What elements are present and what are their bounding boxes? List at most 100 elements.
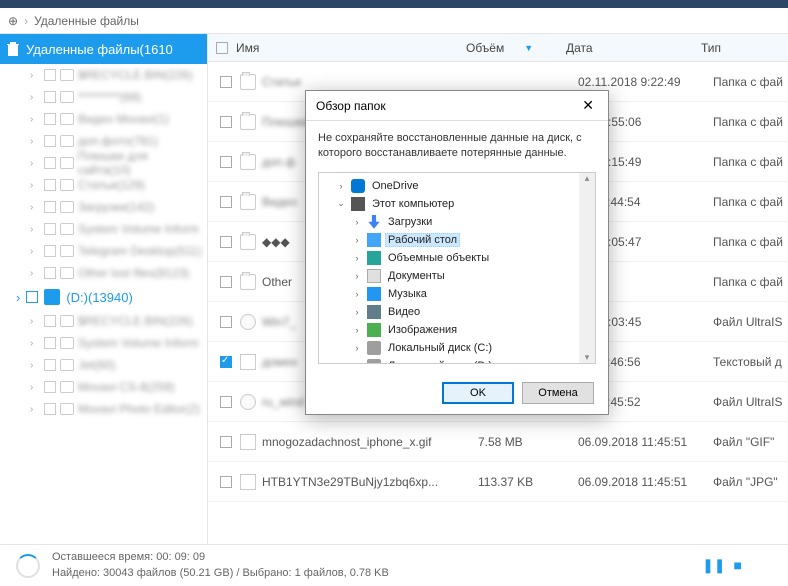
sidebar-item[interactable]: ›System Volume Inform [0,332,207,354]
expand-icon[interactable]: › [351,307,363,317]
ok-button[interactable]: OK [442,382,514,404]
sidebar-item[interactable]: ›Jet(60) [0,354,207,376]
checkbox[interactable] [44,315,56,327]
disk-icon [44,289,60,305]
checkbox[interactable] [44,245,56,257]
expand-icon[interactable]: › [351,271,363,281]
checkbox[interactable] [44,381,56,393]
checkbox[interactable] [44,359,56,371]
expand-icon[interactable]: › [351,253,363,263]
tree-node[interactable]: ›OneDrive [319,177,595,195]
sidebar-item[interactable]: ›Плюшки для сайта(10) [0,152,207,174]
file-type: Файл "GIF" [713,435,788,449]
sidebar-item[interactable]: ›Telegram Desktop(511) [0,240,207,262]
tree-node[interactable]: ›Видео [319,303,595,321]
tree-label: Локальный диск (D:) [385,359,495,364]
expand-icon[interactable]: › [335,181,347,191]
checkbox[interactable] [44,69,56,81]
back-icon[interactable]: ⊕ [8,14,18,28]
select-all-checkbox[interactable] [216,42,228,54]
table-row[interactable]: mnogozadachnost_iphone_x.gif7.58 MB06.09… [208,422,788,462]
checkbox[interactable] [44,179,56,191]
expand-icon[interactable]: › [351,325,363,335]
row-checkbox[interactable] [220,156,232,168]
expand-icon[interactable]: › [351,235,363,245]
row-checkbox[interactable] [220,356,232,368]
row-checkbox[interactable] [220,116,232,128]
sidebar-item[interactable]: ›Movavi Photo Editor(2) [0,398,207,420]
folder-icon [60,245,74,257]
row-checkbox[interactable] [220,316,232,328]
chevron-icon: › [30,158,40,169]
desktop-icon [367,233,381,247]
checkbox[interactable] [44,267,56,279]
checkbox[interactable] [26,291,38,303]
expand-icon[interactable]: › [351,343,363,353]
sidebar-item[interactable]: ›$RECYCLE.BIN(226) [0,64,207,86]
folder-icon [60,201,74,213]
checkbox[interactable] [44,91,56,103]
row-checkbox[interactable] [220,436,232,448]
table-row[interactable]: HTB1YTN3e29TBuNjy1zbq6xp...113.37 KB06.0… [208,462,788,502]
cancel-button[interactable]: Отмена [522,382,594,404]
col-type[interactable]: Тип [701,41,788,55]
expand-icon[interactable]: › [351,289,363,299]
stop-button[interactable]: ■ [734,557,742,574]
close-button[interactable]: ✕ [578,97,598,114]
sidebar-item[interactable]: ›Загрузки(142) [0,196,207,218]
sidebar-item[interactable]: ›Other lost files(8123) [0,262,207,284]
col-size[interactable]: Объём▼ [466,41,566,55]
checkbox[interactable] [44,223,56,235]
sidebar-item[interactable]: ›$RECYCLE.BIN(226) [0,310,207,332]
sidebar-item[interactable]: ›Статьи(129) [0,174,207,196]
expand-icon[interactable]: › [351,361,363,364]
checkbox[interactable] [44,157,56,169]
tree-node[interactable]: ›Изображения [319,321,595,339]
row-checkbox[interactable] [220,76,232,88]
col-name[interactable]: Имя [236,41,466,55]
img-icon [367,323,381,337]
chevron-icon: › [16,290,20,305]
checkbox[interactable] [44,201,56,213]
tree-node[interactable]: ›Музыка [319,285,595,303]
file-date: 02.11.2018 9:22:49 [578,75,713,89]
row-checkbox[interactable] [220,236,232,248]
tree-node[interactable]: ⌄ Этот компьютер [319,195,595,213]
row-checkbox[interactable] [220,476,232,488]
folder-icon [60,359,74,371]
pause-button[interactable]: ❚❚ [702,557,725,574]
checkbox[interactable] [44,337,56,349]
tree-label: Этот компьютер [369,197,457,211]
tree-node[interactable]: ›Рабочий стол [319,231,595,249]
tree-node[interactable]: ›Документы [319,267,595,285]
dialog-titlebar[interactable]: Обзор папок ✕ [306,91,608,121]
checkbox[interactable] [44,135,56,147]
sidebar-item[interactable]: ›Movavi CS-8(259) [0,376,207,398]
folder-tree[interactable]: ›OneDrive ⌄ Этот компьютер › Загрузки ›Рабочи… [318,172,596,364]
sidebar-disk[interactable]: › (D:)(13940) [0,284,207,310]
scrollbar[interactable] [579,173,595,363]
sidebar-item[interactable]: ›*********(68) [0,86,207,108]
sidebar-header[interactable]: Удаленные файлы(1610 [0,34,207,64]
sidebar-item[interactable]: ›Видео Movavi(1) [0,108,207,130]
folder-icon [60,403,74,415]
tree-node[interactable]: › Загрузки [319,213,595,231]
row-checkbox[interactable] [220,276,232,288]
sort-arrow-icon: ▼ [524,43,533,53]
sidebar-item[interactable]: ›System Volume Inform [0,218,207,240]
tree-label: Загрузки [385,215,435,229]
tree-node[interactable]: ›Объемные объекты [319,249,595,267]
row-checkbox[interactable] [220,196,232,208]
folder-icon [60,267,74,279]
tree-node[interactable]: ›Локальный диск (C:) [319,339,595,357]
chevron-icon: › [30,268,40,279]
folder-icon [60,179,74,191]
folder-icon [60,69,74,81]
col-date[interactable]: Дата [566,41,701,55]
expand-icon[interactable]: ⌄ [335,198,347,209]
expand-icon[interactable]: › [351,217,363,227]
checkbox[interactable] [44,403,56,415]
tree-node[interactable]: › Локальный диск (D:) [319,357,595,364]
checkbox[interactable] [44,113,56,125]
row-checkbox[interactable] [220,396,232,408]
